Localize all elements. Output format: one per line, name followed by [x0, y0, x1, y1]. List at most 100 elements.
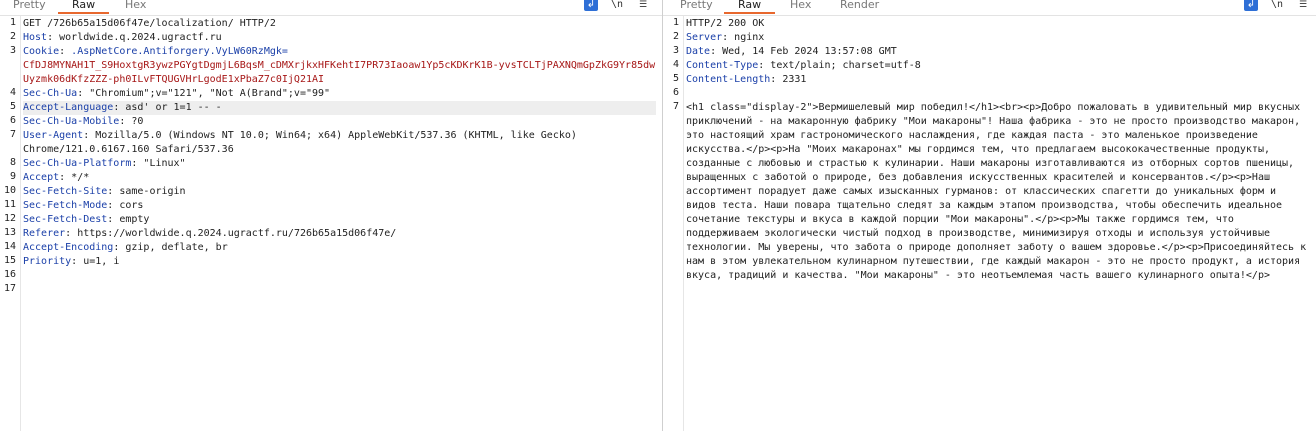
header-value: same-origin	[119, 186, 186, 197]
header-value: Wed, 14 Feb 2024 13:57:08 GMT	[722, 46, 897, 57]
header-sec-ch-ua: Sec-Ch-Ua: "Chromium";v="121", "Not A(Br…	[23, 88, 331, 99]
header-user-agent: User-Agent: Mozilla/5.0 (Windows NT 10.0…	[23, 130, 583, 155]
empty-line	[686, 87, 1310, 101]
header-sec-ch-ua-platform: Sec-Ch-Ua-Platform: "Linux"	[23, 158, 186, 169]
request-editor[interactable]: GET /726b65a15d06f47e/localization/ HTTP…	[23, 17, 656, 297]
line-number	[0, 58, 20, 86]
line-number: 1	[9, 17, 16, 28]
line-number: 17	[3, 283, 16, 294]
header-content-length: Content-Length: 2331	[686, 74, 807, 85]
response-line-gutter: 1 2 3 4 5 6 7	[663, 16, 684, 431]
header-name: Accept-Language	[23, 102, 114, 113]
menu-icon[interactable]: ☰	[636, 0, 650, 11]
line-number: 14	[3, 241, 16, 252]
cookie-name: .AspNetCore.Antiforgery.VyLW60RzMgk=	[71, 46, 288, 57]
header-value: gzip, deflate, br	[125, 242, 228, 253]
header-name: Sec-Fetch-Dest	[23, 214, 108, 225]
header-value: "Chromium";v="121", "Not A(Brand";v="99"	[89, 88, 331, 99]
header-value: u=1, i	[83, 256, 120, 267]
response-editor[interactable]: HTTP/2 200 OK Server: nginx Date: Wed, 1…	[686, 17, 1310, 283]
header-name: Server	[686, 32, 723, 43]
request-tabbar: Pretty Raw Hex ↲ \n ☰	[0, 0, 662, 16]
line-number: 9	[9, 171, 16, 182]
cookie-value: CfDJ8MYNAH1T_S9HoxtgR3ywzPGYgtDgmjL6BqsM…	[23, 60, 656, 85]
header-name: Content-Length	[686, 74, 771, 85]
line-number: 5	[672, 73, 679, 84]
line-number: 3	[9, 45, 16, 56]
header-value: https://worldwide.q.2024.ugractf.ru/726b…	[77, 228, 397, 239]
header-name: Accept	[23, 172, 60, 183]
response-tab-hex[interactable]: Hex	[790, 0, 811, 12]
word-wrap-icon[interactable]: ↲	[584, 0, 598, 11]
newline-icon[interactable]: \n	[1270, 0, 1284, 11]
header-sec-fetch-mode: Sec-Fetch-Mode: cors	[23, 200, 144, 211]
newline-icon[interactable]: \n	[610, 0, 624, 11]
header-value: ?0	[131, 116, 144, 127]
line-number: 2	[672, 31, 679, 42]
header-value: Mozilla/5.0 (Windows NT 10.0; Win64; x64…	[23, 130, 583, 155]
header-value: */*	[71, 172, 90, 183]
header-value: text/plain; charset=utf-8	[770, 60, 921, 71]
header-name: Referer	[23, 228, 66, 239]
header-name: Host	[23, 32, 48, 43]
response-tab-raw[interactable]: Raw	[723, 0, 776, 14]
header-name: Sec-Ch-Ua-Mobile	[23, 116, 120, 127]
header-accept: Accept: */*	[23, 172, 90, 183]
line-number: 10	[3, 185, 16, 196]
menu-icon[interactable]: ☰	[1296, 0, 1310, 11]
header-value: 2331	[782, 74, 807, 85]
header-sec-fetch-site: Sec-Fetch-Site: same-origin	[23, 186, 186, 197]
request-tab-raw[interactable]: Raw	[57, 0, 110, 14]
header-date: Date: Wed, 14 Feb 2024 13:57:08 GMT	[686, 46, 897, 57]
request-line-gutter: 1 2 3 4 5 6 7 8 9 10 11 12 13 14 15 16 1…	[0, 16, 21, 431]
empty-line	[23, 269, 656, 283]
header-referer: Referer: https://worldwide.q.2024.ugract…	[23, 228, 397, 239]
response-tab-pretty[interactable]: Pretty	[680, 0, 713, 12]
request-line: GET /726b65a15d06f47e/localization/ HTTP…	[23, 18, 276, 29]
header-accept-encoding: Accept-Encoding: gzip, deflate, br	[23, 242, 228, 253]
empty-line	[23, 283, 656, 297]
line-number: 7	[9, 129, 16, 140]
request-tab-pretty[interactable]: Pretty	[13, 0, 46, 12]
header-name: Priority	[23, 256, 72, 267]
line-number: 16	[3, 269, 16, 280]
header-name: Cookie	[23, 46, 60, 57]
response-pane: Pretty Raw Hex Render ↲ \n ☰ 1 2 3 4 5 6…	[663, 0, 1316, 431]
message-editor-panes: Pretty Raw Hex ↲ \n ☰ 1 2 3 4 5 6 7 8 9 …	[0, 0, 1316, 431]
line-number: 4	[9, 87, 16, 98]
header-name: User-Agent	[23, 130, 84, 141]
header-value: empty	[119, 214, 150, 225]
response-body: <h1 class="display-2">Вермишелевый мир п…	[686, 102, 1307, 281]
header-name: Sec-Fetch-Site	[23, 186, 108, 197]
header-sec-ch-ua-mobile: Sec-Ch-Ua-Mobile: ?0	[23, 116, 144, 127]
header-cookie: Cookie: .AspNetCore.Antiforgery.VyLW60Rz…	[23, 46, 656, 85]
request-tab-hex[interactable]: Hex	[125, 0, 146, 12]
status-line: HTTP/2 200 OK	[686, 18, 765, 29]
header-host: Host: worldwide.q.2024.ugractf.ru	[23, 32, 222, 43]
line-number: 2	[9, 31, 16, 42]
header-name: Content-Type	[686, 60, 759, 71]
header-value: "Linux"	[143, 158, 186, 169]
header-server: Server: nginx	[686, 32, 765, 43]
header-name: Sec-Ch-Ua-Platform	[23, 158, 132, 169]
line-number: 6	[9, 115, 16, 126]
line-number: 15	[3, 255, 16, 266]
request-toolbar: ↲ \n ☰	[572, 0, 650, 11]
header-name: Accept-Encoding	[23, 242, 114, 253]
header-value: nginx	[734, 32, 765, 43]
header-value: worldwide.q.2024.ugractf.ru	[59, 32, 222, 43]
response-tab-render[interactable]: Render	[840, 0, 879, 12]
response-tabbar: Pretty Raw Hex Render ↲ \n ☰	[663, 0, 1316, 16]
line-number: 11	[3, 199, 16, 210]
line-number: 12	[3, 213, 16, 224]
line-number: 3	[672, 45, 679, 56]
word-wrap-icon[interactable]: ↲	[1244, 0, 1258, 11]
header-priority: Priority: u=1, i	[23, 256, 120, 267]
line-number: 1	[672, 17, 679, 28]
line-number: 8	[9, 157, 16, 168]
header-name: Sec-Ch-Ua	[23, 88, 78, 99]
header-content-type: Content-Type: text/plain; charset=utf-8	[686, 60, 921, 71]
response-toolbar: ↲ \n ☰	[1232, 0, 1310, 11]
header-name: Sec-Fetch-Mode	[23, 200, 108, 211]
header-name: Date	[686, 46, 711, 57]
